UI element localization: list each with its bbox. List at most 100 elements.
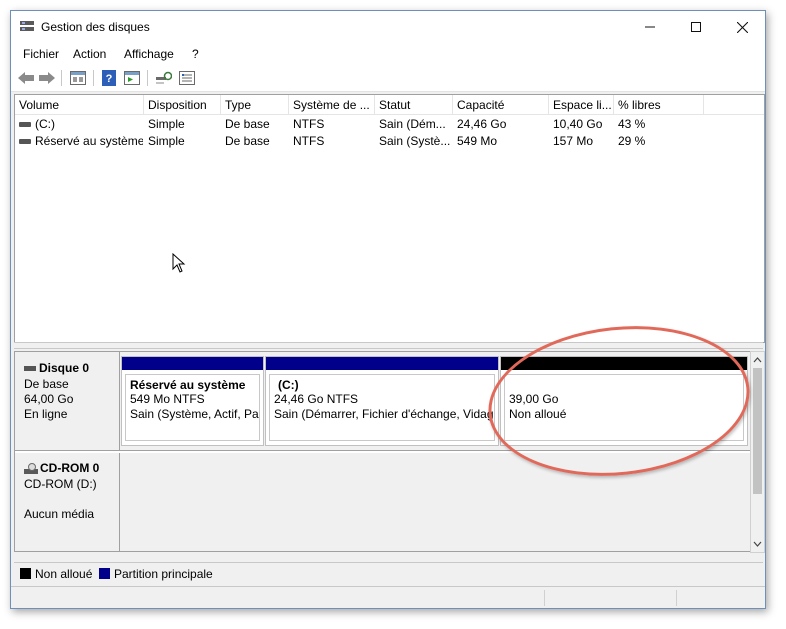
- toolbar: ?: [11, 65, 765, 92]
- detail-icon: [124, 71, 140, 85]
- menu-bar: Fichier Action Affichage ?: [11, 43, 765, 65]
- volume-icon: [19, 139, 31, 145]
- back-button[interactable]: [17, 69, 35, 87]
- disk-management-window: Gestion des disques Fichier Action Affic…: [10, 10, 766, 609]
- column-header-free-space[interactable]: Espace li...: [549, 95, 614, 115]
- disk-0-label[interactable]: Disque 0 De base 64,00 Go En ligne: [15, 352, 120, 450]
- legend-label-primary: Partition principale: [114, 567, 213, 581]
- column-header-filler: [704, 95, 764, 115]
- disk-management-app-icon: [20, 21, 34, 31]
- disposition-cell: Simple: [148, 134, 185, 148]
- free-space-cell: 10,40 Go: [553, 117, 603, 131]
- partition-c[interactable]: (C:) 24,46 Go NTFS Sain (Démarrer, Fichi…: [265, 356, 499, 446]
- partition-size: 24,46 Go NTFS: [274, 392, 359, 406]
- partition-body: (C:) 24,46 Go NTFS Sain (Démarrer, Fichi…: [269, 374, 495, 441]
- help-icon: ?: [102, 70, 116, 86]
- percent-free-cell: 29 %: [618, 134, 646, 148]
- scroll-up-icon[interactable]: [751, 354, 764, 366]
- column-header-disposition[interactable]: Disposition: [144, 95, 221, 115]
- volume-icon: [19, 122, 31, 128]
- toolbar-separator: [93, 70, 94, 86]
- close-button[interactable]: [719, 11, 765, 43]
- type-cell: De base: [225, 134, 270, 148]
- legend-label-unallocated: Non alloué: [35, 567, 93, 581]
- scroll-down-icon[interactable]: [751, 538, 764, 550]
- properties-button[interactable]: [68, 69, 88, 87]
- status-bar: [11, 586, 765, 608]
- column-header-type[interactable]: Type: [221, 95, 289, 115]
- cdrom-0-name: CD-ROM 0: [24, 461, 99, 475]
- type-cell: De base: [225, 117, 270, 131]
- legend-swatch-unallocated: [20, 568, 31, 579]
- rescan-button[interactable]: [154, 69, 174, 87]
- maximize-icon: [691, 22, 701, 32]
- help-button[interactable]: ?: [100, 69, 118, 87]
- legend-swatch-primary: [99, 568, 110, 579]
- table-row[interactable]: Réservé au système Simple De base NTFS S…: [15, 133, 764, 150]
- volume-cell: Réservé au système: [19, 134, 143, 148]
- partition-title: (C:): [278, 378, 299, 392]
- mouse-cursor-icon: [172, 253, 186, 273]
- minimize-button[interactable]: [627, 11, 673, 43]
- capacity-cell: 24,46 Go: [457, 117, 507, 131]
- partition-bar: [266, 357, 498, 370]
- detail-button[interactable]: [122, 69, 142, 87]
- partition-title: Réservé au système: [130, 378, 246, 392]
- volume-cell: (C:): [19, 117, 141, 131]
- svg-text:?: ?: [106, 73, 113, 85]
- column-header-capacity[interactable]: Capacité: [453, 95, 549, 115]
- column-header-filesystem[interactable]: Système de ...: [289, 95, 375, 115]
- rescan-icon: [156, 71, 172, 84]
- maximize-button[interactable]: [673, 11, 719, 43]
- column-header-volume[interactable]: Volume: [15, 95, 144, 115]
- scrollbar-thumb[interactable]: [753, 368, 762, 494]
- cdrom-0-label[interactable]: CD-ROM 0 CD-ROM (D:) Aucun média: [15, 453, 120, 551]
- volume-list[interactable]: Volume Disposition Type Système de ... S…: [14, 94, 765, 343]
- properties-icon: [70, 71, 86, 85]
- status-cell: Sain (Systè...: [379, 134, 451, 148]
- disk-0-state: En ligne: [24, 407, 68, 421]
- disk-0-name: Disque 0: [24, 361, 89, 375]
- back-icon: [18, 72, 34, 84]
- list-view-button[interactable]: [177, 69, 197, 87]
- menu-help[interactable]: ?: [192, 47, 199, 61]
- filesystem-cell: NTFS: [293, 117, 325, 131]
- free-space-cell: 157 Mo: [553, 134, 594, 148]
- cdrom-icon: [24, 462, 38, 474]
- disk-icon: [24, 366, 36, 372]
- legend: Non alloué Partition principale: [14, 562, 763, 585]
- cdrom-0-drive: CD-ROM (D:): [24, 477, 97, 491]
- close-icon: [736, 21, 748, 33]
- partition-size: 549 Mo NTFS: [130, 392, 205, 406]
- partition-system-reserved[interactable]: Réservé au système 549 Mo NTFS Sain (Sys…: [121, 356, 264, 446]
- toolbar-separator: [61, 70, 62, 86]
- partition-body: Réservé au système 549 Mo NTFS Sain (Sys…: [125, 374, 260, 441]
- status-separator: [544, 590, 545, 606]
- partition-status: Sain (Système, Actif, Partition principa…: [130, 407, 259, 421]
- column-header-status[interactable]: Statut: [375, 95, 453, 115]
- graphical-view-scrollbar[interactable]: [750, 351, 765, 553]
- forward-button[interactable]: [38, 69, 56, 87]
- toolbar-separator: [147, 70, 148, 86]
- filesystem-cell: NTFS: [293, 134, 325, 148]
- forward-icon: [39, 72, 55, 84]
- title-bar: Gestion des disques: [11, 11, 765, 43]
- column-header-percent-free[interactable]: % libres: [614, 95, 704, 115]
- cdrom-0-media: Aucun média: [24, 507, 95, 521]
- percent-free-cell: 43 %: [618, 117, 646, 131]
- window-title: Gestion des disques: [41, 20, 150, 34]
- disk-0-size: 64,00 Go: [24, 392, 74, 406]
- capacity-cell: 549 Mo: [457, 134, 498, 148]
- disposition-cell: Simple: [148, 117, 185, 131]
- partition-status: Sain (Démarrer, Fichier d'échange, Vidag…: [274, 407, 494, 421]
- table-row[interactable]: (C:) Simple De base NTFS Sain (Dém... 24…: [15, 116, 764, 133]
- menu-fichier[interactable]: Fichier: [23, 47, 59, 61]
- partition-bar: [122, 357, 263, 370]
- minimize-icon: [645, 26, 655, 28]
- status-separator: [676, 590, 677, 606]
- menu-affichage[interactable]: Affichage: [124, 47, 174, 61]
- menu-action[interactable]: Action: [73, 47, 106, 61]
- disk-0-type: De base: [24, 377, 69, 391]
- status-cell: Sain (Dém...: [379, 117, 446, 131]
- list-view-icon: [179, 71, 195, 85]
